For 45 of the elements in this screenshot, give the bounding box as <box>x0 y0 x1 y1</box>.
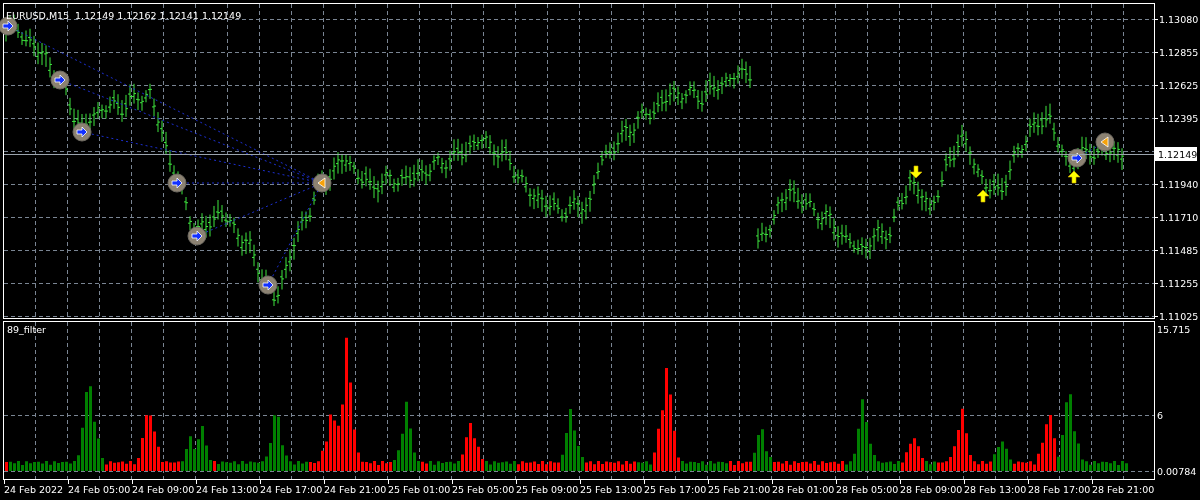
indicator-axis-label: 0.00784 <box>1157 466 1197 477</box>
time-axis-label: 24 Feb 05:00 <box>68 484 131 495</box>
time-axis-label: 25 Feb 09:00 <box>516 484 579 495</box>
time-axis-label: 25 Feb 21:00 <box>708 484 771 495</box>
time-axis-label: 28 Feb 13:00 <box>964 484 1027 495</box>
buy-arrow-icon <box>1067 170 1081 184</box>
price-axis-label: 1.11025 <box>1159 311 1199 322</box>
trade-open-marker-icon <box>50 70 70 90</box>
price-quote: 1.12149 1.12162 1.12141 1.12149 <box>75 10 242 21</box>
time-axis-label: 28 Feb 05:00 <box>836 484 899 495</box>
trade-close-marker-icon <box>1095 132 1115 152</box>
price-axis-label: 1.12855 <box>1159 47 1199 58</box>
buy-arrow-icon <box>976 189 990 203</box>
price-axis-label: 1.11940 <box>1159 179 1199 190</box>
price-axis-label: 1.12395 <box>1159 113 1199 124</box>
current-price-badge: 1.12149 <box>1155 147 1198 161</box>
time-axis-label: 25 Feb 17:00 <box>644 484 707 495</box>
indicator-name: 89_filter <box>7 324 46 335</box>
time-axis-label: 24 Feb 09:00 <box>132 484 195 495</box>
time-axis-label: 28 Feb 09:00 <box>900 484 963 495</box>
sell-arrow-icon <box>909 165 923 179</box>
time-axis-label: 25 Feb 13:00 <box>580 484 643 495</box>
time-axis-label: 28 Feb 17:00 <box>1028 484 1091 495</box>
trade-open-marker-icon <box>167 173 187 193</box>
trade-open-marker-icon <box>1067 148 1087 168</box>
price-axis-label: 1.12625 <box>1159 80 1199 91</box>
time-axis-label: 24 Feb 21:00 <box>324 484 387 495</box>
trade-open-marker-icon <box>187 226 207 246</box>
time-axis-label: 25 Feb 01:00 <box>388 484 451 495</box>
time-axis-label: 24 Feb 2022 <box>4 484 64 495</box>
trade-open-marker-icon <box>72 122 92 142</box>
time-axis-label: 28 Feb 01:00 <box>772 484 835 495</box>
time-axis-label: 28 Feb 21:00 <box>1092 484 1155 495</box>
time-axis-label: 24 Feb 13:00 <box>196 484 259 495</box>
indicator-axis-label: 6 <box>1157 410 1164 421</box>
indicator-axis-label: 15.715 <box>1157 324 1191 335</box>
chart-symbol: EURUSD,M15 <box>6 10 70 21</box>
price-axis-label: 1.11485 <box>1159 245 1199 256</box>
price-axis-label: 1.11710 <box>1159 212 1199 223</box>
time-axis-label: 25 Feb 05:00 <box>452 484 515 495</box>
trade-close-marker-icon <box>312 173 332 193</box>
price-axis-label: 1.13080 <box>1159 14 1199 25</box>
trade-open-marker-icon <box>258 275 278 295</box>
price-axis-label: 1.11255 <box>1159 278 1199 289</box>
time-axis-label: 24 Feb 17:00 <box>260 484 323 495</box>
